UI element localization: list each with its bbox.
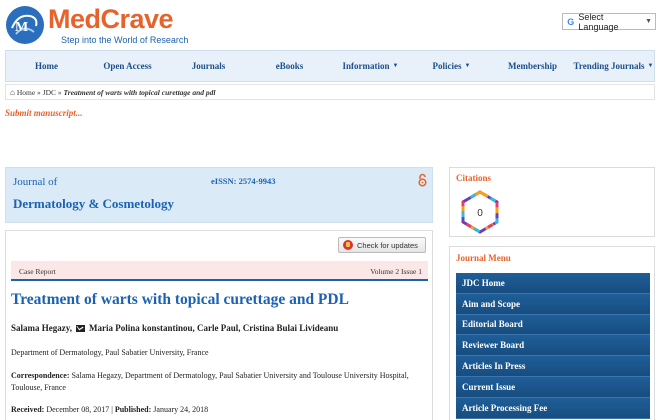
article-title: Treatment of warts with topical curettag… xyxy=(11,291,349,308)
caret-down-icon: ▼ xyxy=(392,63,399,69)
article-meta-bar: Case Report Volume 2 Issue 1 xyxy=(11,261,428,281)
journal-menu-item-articles-in-press[interactable]: Articles In Press xyxy=(456,356,650,377)
language-select-label: Select Language xyxy=(578,11,619,32)
language-select[interactable]: G Select Language ▼ xyxy=(562,11,656,32)
home-icon: ⌂ xyxy=(10,87,15,97)
journal-title-line2[interactable]: Dermatology & Cosmetology xyxy=(13,196,174,212)
journal-menu-item-aim-scope[interactable]: Aim and Scope xyxy=(456,293,650,315)
main-nav: Home Open Access Journals eBooks Informa… xyxy=(5,50,655,82)
globe-logo-icon: M xyxy=(6,6,44,44)
breadcrumb-separator: » xyxy=(37,87,41,97)
crossmark-icon xyxy=(343,240,353,250)
citations-panel: Citations 0 xyxy=(449,167,655,237)
caret-down-icon: ▼ xyxy=(647,63,654,69)
check-for-updates-button[interactable]: Check for updates xyxy=(338,237,426,253)
article-panel: Check for updates Case Report Volume 2 I… xyxy=(5,230,433,420)
chevron-down-icon: ▼ xyxy=(645,18,652,25)
nav-policies[interactable]: Policies ▼ xyxy=(411,51,492,81)
article-type: Case Report xyxy=(19,267,56,276)
citations-title: Citations xyxy=(456,173,492,183)
nav-open-access[interactable]: Open Access xyxy=(87,51,168,81)
article-dates: Received: December 08, 2017 | Published:… xyxy=(11,405,209,414)
affiliation: Department of Dermatology, Paul Sabatier… xyxy=(11,348,209,357)
journal-menu-item-editorial-board[interactable]: Editorial Board xyxy=(456,314,650,336)
submit-manuscript-link[interactable]: Submit manuscript... xyxy=(5,108,83,118)
nav-ebooks[interactable]: eBooks xyxy=(249,51,330,81)
svg-text:M: M xyxy=(15,20,28,35)
breadcrumb-current: Treatment of warts with topical curettag… xyxy=(63,87,216,97)
eissn-label: eISSN: 2574-9943 xyxy=(211,176,276,186)
nav-trending-journals[interactable]: Trending Journals ▼ xyxy=(573,51,654,81)
nav-information[interactable]: Information ▼ xyxy=(330,51,411,81)
received-date: December 08, 2017 xyxy=(46,405,110,414)
published-label: Published: xyxy=(114,405,152,414)
author-list: Salama Hegazy, Maria Polina konstantinou… xyxy=(11,323,338,333)
journal-menu-item-processing-fee[interactable]: Article Processing Fee xyxy=(456,397,650,419)
medcrave-logo[interactable]: M MedCrave Step into the World of Resear… xyxy=(6,4,189,48)
correspondence-text: Salama Hegazy, Department of Dermatology… xyxy=(11,371,409,392)
nav-membership[interactable]: Membership xyxy=(492,51,573,81)
nav-journals[interactable]: Journals xyxy=(168,51,249,81)
correspondence-label: Correspondence: xyxy=(11,371,70,380)
journal-menu-list: JDC Home Aim and Scope Editorial Board R… xyxy=(456,273,650,419)
envelope-icon[interactable] xyxy=(76,324,85,332)
journal-menu-item-home[interactable]: JDC Home xyxy=(456,273,650,294)
published-date: January 24, 2018 xyxy=(153,405,209,414)
volume-issue: Volume 2 Issue 1 xyxy=(370,267,422,276)
correspondence: Correspondence: Salama Hegazy, Departmen… xyxy=(11,370,421,394)
brand-tagline: Step into the World of Research xyxy=(61,35,189,45)
received-label: Received: xyxy=(11,405,45,414)
author-names: Maria Polina konstantinou, Carle Paul, C… xyxy=(89,323,339,333)
open-access-icon xyxy=(418,173,427,187)
journal-menu-panel: Journal Menu JDC Home Aim and Scope Edit… xyxy=(449,246,655,420)
breadcrumb-journal[interactable]: JDC xyxy=(43,88,56,97)
breadcrumb-separator: » xyxy=(57,87,62,97)
breadcrumb: ⌂ Home » JDC » Treatment of warts with t… xyxy=(5,84,655,100)
google-icon: G xyxy=(567,16,575,27)
faded-banner-text xyxy=(70,124,630,136)
journal-title-line1: Journal of xyxy=(13,176,58,188)
author-name: Salama Hegazy, xyxy=(11,323,72,333)
brand-name: MedCrave xyxy=(48,4,174,34)
journal-menu-item-current-issue[interactable]: Current Issue xyxy=(456,376,650,398)
journal-menu-title: Journal Menu xyxy=(456,253,511,263)
breadcrumb-home[interactable]: Home xyxy=(17,88,35,97)
caret-down-icon: ▼ xyxy=(464,63,471,69)
nav-home[interactable]: Home xyxy=(6,51,87,81)
journal-header-box: Journal of Dermatology & Cosmetology eIS… xyxy=(5,167,433,223)
dimensions-badge-icon[interactable]: 0 xyxy=(458,190,502,234)
journal-menu-item-reviewer-board[interactable]: Reviewer Board xyxy=(456,335,650,357)
citation-count: 0 xyxy=(477,208,483,219)
